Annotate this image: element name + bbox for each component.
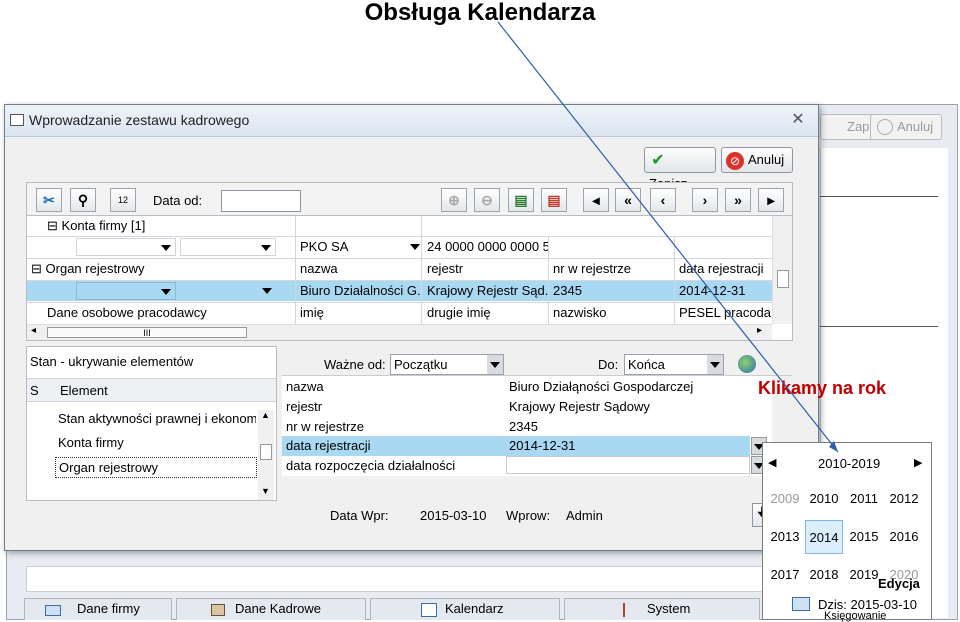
arrow-line <box>497 21 839 453</box>
annotation-arrow <box>497 21 839 453</box>
